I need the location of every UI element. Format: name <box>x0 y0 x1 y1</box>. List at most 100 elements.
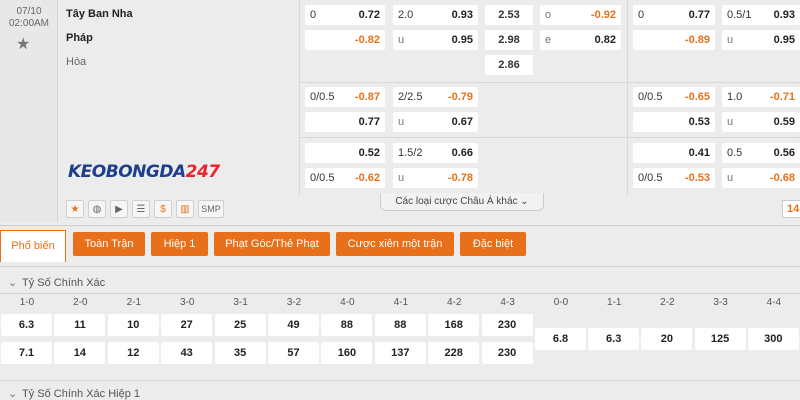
stats-icon[interactable]: ▥ <box>176 200 194 218</box>
divider <box>299 82 800 83</box>
tab-corners-cards[interactable]: Phạt Góc/Thẻ Phạt <box>214 232 330 256</box>
draw-score-odds-cell[interactable]: 20 <box>641 328 693 350</box>
draw-score-odds-cell[interactable]: 300 <box>747 328 799 350</box>
divider <box>299 0 300 196</box>
divider <box>0 266 800 267</box>
odds-cell[interactable]: -0.89 <box>633 30 715 50</box>
score-odds-cell[interactable]: 168 <box>428 314 480 336</box>
odds-cell[interactable]: u 0.59 <box>722 112 800 132</box>
score-odds-cell[interactable]: 49 <box>268 314 319 336</box>
score-label: 1-0 <box>19 297 35 308</box>
away-team-name: Pháp <box>66 32 93 44</box>
odds-cell[interactable]: 0/0.5 -0.87 <box>305 87 385 107</box>
score-odds-cell[interactable]: 10 <box>107 314 159 336</box>
odds-cell[interactable]: 2.53 <box>485 5 533 25</box>
draw-label: Hòa <box>66 56 87 68</box>
score-odds-cell[interactable]: 14 <box>54 342 106 364</box>
page-number-button[interactable]: 14 <box>782 200 800 218</box>
draw-score-label: 2-2 <box>660 297 675 308</box>
draw-score-label: 3-3 <box>713 297 728 308</box>
database-icon[interactable]: ☰ <box>132 200 150 218</box>
chevron-down-icon: ⌄ <box>8 277 18 289</box>
correct-score-header[interactable]: ⌄ Tỷ Số Chính Xác <box>0 273 800 293</box>
score-odds-cell[interactable]: 12 <box>107 342 159 364</box>
score-odds-cell[interactable]: 230 <box>481 342 533 364</box>
more-asian-bets-toggle[interactable]: Các loại cược Châu Á khác ⌄ <box>380 193 544 211</box>
odds-cell[interactable]: 1.5/2 0.66 <box>393 143 478 163</box>
divider <box>627 0 628 196</box>
tab-full-match[interactable]: Toàn Trận <box>73 232 145 256</box>
score-odds-cell[interactable]: 6.3 <box>1 314 52 336</box>
odds-cell[interactable]: u 0.95 <box>722 30 800 50</box>
smp-button[interactable]: SMP <box>198 200 224 218</box>
draw-score-label: 4-4 <box>766 297 782 308</box>
odds-cell[interactable]: 2.0 0.93 <box>393 5 478 25</box>
odds-cell[interactable]: u -0.68 <box>722 168 800 188</box>
score-label: 3-2 <box>286 297 302 308</box>
odds-cell[interactable]: 0 0.77 <box>633 5 715 25</box>
score-odds-cell[interactable]: 88 <box>321 314 373 336</box>
play-icon[interactable]: ▶ <box>110 200 128 218</box>
draw-score-odds-cell[interactable]: 6.3 <box>588 328 640 350</box>
tab-popular[interactable]: Phổ biến <box>0 230 66 262</box>
odds-cell[interactable]: 0 0.72 <box>305 5 385 25</box>
score-label: 4-3 <box>500 297 515 308</box>
match-time: 02:00AM <box>8 18 50 29</box>
score-odds-cell[interactable]: 230 <box>481 314 533 336</box>
odds-cell[interactable]: -0.82 <box>305 30 385 50</box>
score-odds-cell[interactable]: 25 <box>214 314 266 336</box>
score-odds-cell[interactable]: 160 <box>321 342 373 364</box>
logo-text: KEOBONGDA <box>68 162 186 182</box>
tab-single-parlay[interactable]: Cược xiên một trận <box>336 232 454 256</box>
odds-cell[interactable]: 1.0 -0.71 <box>722 87 800 107</box>
odds-cell[interactable]: u 0.67 <box>393 112 478 132</box>
chevron-down-icon: ⌄ <box>520 196 529 207</box>
odds-cell[interactable]: 0.53 <box>633 112 715 132</box>
score-label: 4-2 <box>446 297 462 308</box>
home-team-name: Tây Ban Nha <box>66 8 133 20</box>
odds-cell[interactable]: 0/0.5 -0.53 <box>633 168 715 188</box>
score-odds-cell[interactable]: 137 <box>374 342 426 364</box>
odds-cell[interactable]: 0.41 <box>633 143 715 163</box>
divider <box>0 293 800 294</box>
odds-cell[interactable]: u 0.95 <box>393 30 478 50</box>
correct-score-title: Tỷ Số Chính Xác <box>22 277 106 289</box>
score-odds-cell[interactable]: 228 <box>428 342 480 364</box>
more-asian-bets-label: Các loại cược Châu Á khác <box>395 196 518 207</box>
odds-cell[interactable]: 0.77 <box>305 112 385 132</box>
tab-special[interactable]: Đặc biệt <box>460 232 526 256</box>
draw-score-odds-cell[interactable]: 6.8 <box>535 328 586 350</box>
odds-cell[interactable]: 2.98 <box>485 30 533 50</box>
score-odds-cell[interactable]: 11 <box>54 314 106 336</box>
score-odds-cell[interactable]: 57 <box>268 342 319 364</box>
dollar-icon[interactable]: $ <box>154 200 172 218</box>
tab-half-1[interactable]: Hiệp 1 <box>151 232 208 256</box>
odds-cell[interactable]: o -0.92 <box>540 5 621 25</box>
odds-cell[interactable]: 2.86 <box>485 55 533 75</box>
odds-cell[interactable]: 0.5 0.56 <box>722 143 800 163</box>
odds-cell[interactable]: 2/2.5 -0.79 <box>393 87 478 107</box>
shirt-icon[interactable]: ◍ <box>88 200 106 218</box>
score-odds-cell[interactable]: 43 <box>161 342 213 364</box>
match-datetime: 07/10 02:00AM <box>0 6 58 30</box>
favorite-star-icon[interactable]: ★ <box>16 34 30 54</box>
draw-score-label: 0-0 <box>553 297 569 308</box>
score-odds-cell[interactable]: 88 <box>374 314 426 336</box>
score-label: 3-0 <box>179 297 195 308</box>
draw-score-label: 1-1 <box>606 297 622 308</box>
match-date: 07/10 <box>16 6 42 17</box>
draw-score-odds-cell[interactable]: 125 <box>694 328 746 350</box>
odds-cell[interactable]: 0.52 <box>305 143 385 163</box>
score-odds-cell[interactable]: 27 <box>161 314 213 336</box>
score-odds-cell[interactable]: 35 <box>214 342 266 364</box>
star-icon[interactable]: ★ <box>66 200 84 218</box>
odds-cell[interactable]: e 0.82 <box>540 30 621 50</box>
score-label: 2-0 <box>73 297 88 308</box>
odds-cell[interactable]: 0.5/1 0.93 <box>722 5 800 25</box>
score-odds-cell[interactable]: 7.1 <box>1 342 52 364</box>
odds-cell[interactable]: 0/0.5 -0.62 <box>305 168 385 188</box>
half-correct-score-header[interactable]: ⌄ Tỷ Số Chính Xác Hiệp 1 <box>0 384 800 400</box>
odds-cell[interactable]: 0/0.5 -0.65 <box>633 87 715 107</box>
logo-number: 247 <box>185 162 221 182</box>
odds-cell[interactable]: u -0.78 <box>393 168 478 188</box>
